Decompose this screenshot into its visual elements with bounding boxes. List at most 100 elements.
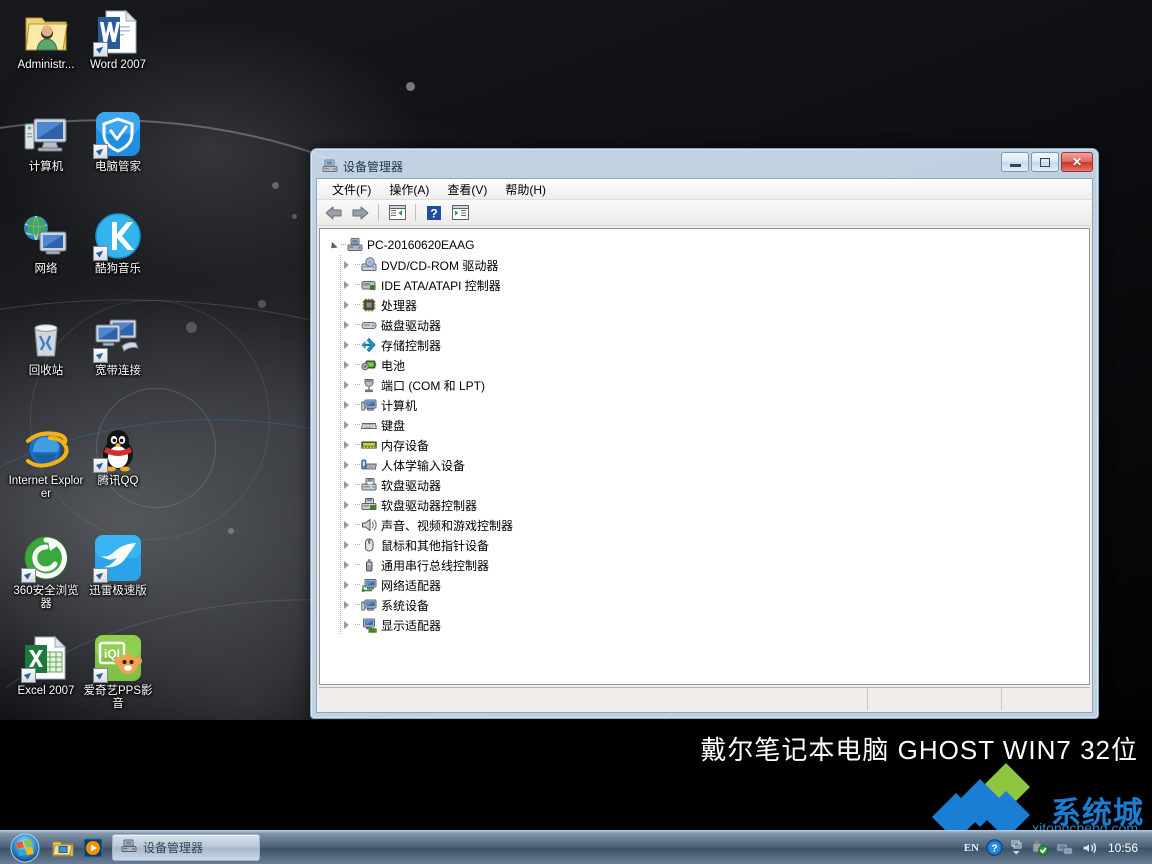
tree-node-19[interactable]: 显示适配器 [340, 615, 1085, 635]
desktop-icon-label: 爱奇艺PPS影音 [80, 685, 156, 711]
tree-node-15[interactable]: 鼠标和其他指针设备 [340, 535, 1085, 555]
expand-toggle[interactable] [340, 295, 353, 315]
volume-icon[interactable] [1081, 840, 1099, 856]
quicklaunch-media-player[interactable] [78, 833, 108, 863]
back-button[interactable] [322, 202, 346, 224]
expand-toggle[interactable] [340, 615, 353, 635]
tree-node-6[interactable]: 电池 [340, 355, 1085, 375]
tree-connector [353, 255, 361, 275]
expand-toggle[interactable] [340, 275, 353, 295]
menu-view[interactable]: 查看(V) [438, 179, 496, 200]
tree-node-17[interactable]: 网络适配器 [340, 575, 1085, 595]
expand-toggle[interactable] [340, 595, 353, 615]
tree-node-18[interactable]: 系统设备 [340, 595, 1085, 615]
device-tree[interactable]: PC-20160620EAAGDVD/CD-ROM 驱动器 IDE ATA/ATA… [319, 228, 1090, 685]
tree-node-11[interactable]: 人体学输入设备 [340, 455, 1085, 475]
wallpaper-dot [258, 300, 266, 308]
scan-hardware-changes-button[interactable] [448, 202, 472, 224]
minimize-button[interactable] [1001, 152, 1029, 172]
tray-clock[interactable]: 10:56 [1106, 841, 1144, 855]
tree-connector [339, 235, 347, 255]
desktop-icon-1[interactable]: Administr... [8, 8, 84, 72]
tree-node-8[interactable]: 计算机 [340, 395, 1085, 415]
expand-toggle[interactable] [340, 455, 353, 475]
tree-node-4[interactable]: 磁盘驱动器 [340, 315, 1085, 335]
desktop-icon-7[interactable]: 回收站 [8, 314, 84, 378]
desktop-icon-label: 网络 [8, 263, 84, 276]
tree-children: DVD/CD-ROM 驱动器 IDE ATA/ATAPI 控制器处理器磁盘驱动器存… [340, 255, 1085, 635]
tree-node-label: 显示适配器 [381, 617, 445, 634]
expand-toggle[interactable] [340, 575, 353, 595]
expand-toggle[interactable] [340, 495, 353, 515]
expand-toggle[interactable] [340, 355, 353, 375]
expand-toggle[interactable] [340, 435, 353, 455]
menu-bar[interactable]: 文件(F) 操作(A) 查看(V) 帮助(H) [317, 179, 1092, 200]
memory-device-icon [361, 437, 377, 453]
desktop-icon-10[interactable]: 腾讯QQ [80, 424, 156, 488]
desktop-icon-5[interactable]: 网络 [8, 212, 84, 276]
tree-node-3[interactable]: 处理器 [340, 295, 1085, 315]
desktop-icon-8[interactable]: 宽带连接 [80, 314, 156, 378]
tree-node-5[interactable]: 存储控制器 [340, 335, 1085, 355]
expand-toggle[interactable] [340, 395, 353, 415]
desktop-icon-11[interactable]: 360安全浏览器 [8, 534, 84, 611]
expand-toggle[interactable] [340, 515, 353, 535]
expand-toggle[interactable] [340, 375, 353, 395]
help-tray-icon[interactable]: ? [986, 839, 1003, 856]
desktop-icon-6[interactable]: 酷狗音乐 [80, 212, 156, 276]
forward-button[interactable] [348, 202, 372, 224]
toolbar[interactable]: ? [317, 200, 1092, 226]
task-button-device-manager[interactable]: 设备管理器 [112, 834, 260, 861]
expand-toggle[interactable] [326, 235, 339, 255]
tree-node-1[interactable]: DVD/CD-ROM 驱动器 [340, 255, 1085, 275]
maximize-button[interactable] [1031, 152, 1059, 172]
tray-language-indicator[interactable]: EN [964, 842, 979, 854]
tree-connector [353, 555, 361, 575]
menu-file[interactable]: 文件(F) [323, 179, 380, 200]
broadband-connection-icon [94, 314, 142, 362]
network-icon[interactable] [1056, 840, 1074, 856]
status-bar [319, 687, 1090, 710]
desktop-icon-13[interactable]: Excel 2007 [8, 634, 84, 698]
window-titlebar[interactable]: 设备管理器 ✕ [316, 154, 1093, 178]
tree-node-9[interactable]: 键盘 [340, 415, 1085, 435]
desktop-icon-14[interactable]: iQI爱奇艺PPS影音 [80, 634, 156, 711]
desktop-icon-4[interactable]: 电脑管家 [80, 110, 156, 174]
show-console-tree-button[interactable] [385, 202, 409, 224]
expand-toggle[interactable] [340, 315, 353, 335]
system-tray[interactable]: EN ? [964, 831, 1152, 864]
start-button[interactable] [2, 832, 48, 864]
help-button[interactable]: ? [422, 202, 446, 224]
tree-node-12[interactable]: 软盘驱动器 [340, 475, 1085, 495]
tree-node-13[interactable]: 软盘驱动器控制器 [340, 495, 1085, 515]
network-icon [22, 212, 70, 260]
expand-toggle[interactable] [340, 555, 353, 575]
tree-root-node[interactable]: PC-20160620EAAG [326, 235, 1085, 255]
expand-toggle[interactable] [340, 415, 353, 435]
tree-node-14[interactable]: 声音、视频和游戏控制器 [340, 515, 1085, 535]
expand-toggle[interactable] [340, 255, 353, 275]
tree-node-label: IDE ATA/ATAPI 控制器 [381, 277, 505, 294]
desktop-icon-12[interactable]: 迅雷极速版 [80, 534, 156, 598]
tree-node-16[interactable]: 通用串行总线控制器 [340, 555, 1085, 575]
usb-safely-remove-icon[interactable] [1030, 839, 1049, 856]
desktop[interactable]: Administr...Word 2007计算机电脑管家网络酷狗音乐回收站宽带连… [0, 0, 1152, 864]
device-manager-window[interactable]: 设备管理器 ✕ 文件(F) 操作(A) 查看(V) 帮助(H) [310, 148, 1099, 719]
desktop-icon-9[interactable]: Internet Explorer [8, 424, 84, 501]
tree-node-2[interactable]: IDE ATA/ATAPI 控制器 [340, 275, 1085, 295]
taskbar[interactable]: 设备管理器 EN ? [0, 830, 1152, 864]
expand-toggle[interactable] [340, 535, 353, 555]
desktop-icon-label: 酷狗音乐 [80, 263, 156, 276]
menu-action[interactable]: 操作(A) [380, 179, 438, 200]
close-button[interactable]: ✕ [1061, 152, 1093, 172]
desktop-icon-3[interactable]: 计算机 [8, 110, 84, 174]
quicklaunch-explorer[interactable] [48, 833, 78, 863]
tree-node-7[interactable]: 端口 (COM 和 LPT) [340, 375, 1085, 395]
desktop-icon-2[interactable]: Word 2007 [80, 8, 156, 72]
tree-node-10[interactable]: 内存设备 [340, 435, 1085, 455]
wallpaper-banner: 戴尔笔记本电脑 GHOST WIN7 32位 系统城 xitongcheng.c… [0, 720, 1152, 830]
show-hidden-icons-icon[interactable] [1010, 840, 1023, 856]
expand-toggle[interactable] [340, 475, 353, 495]
expand-toggle[interactable] [340, 335, 353, 355]
menu-help[interactable]: 帮助(H) [496, 179, 555, 200]
